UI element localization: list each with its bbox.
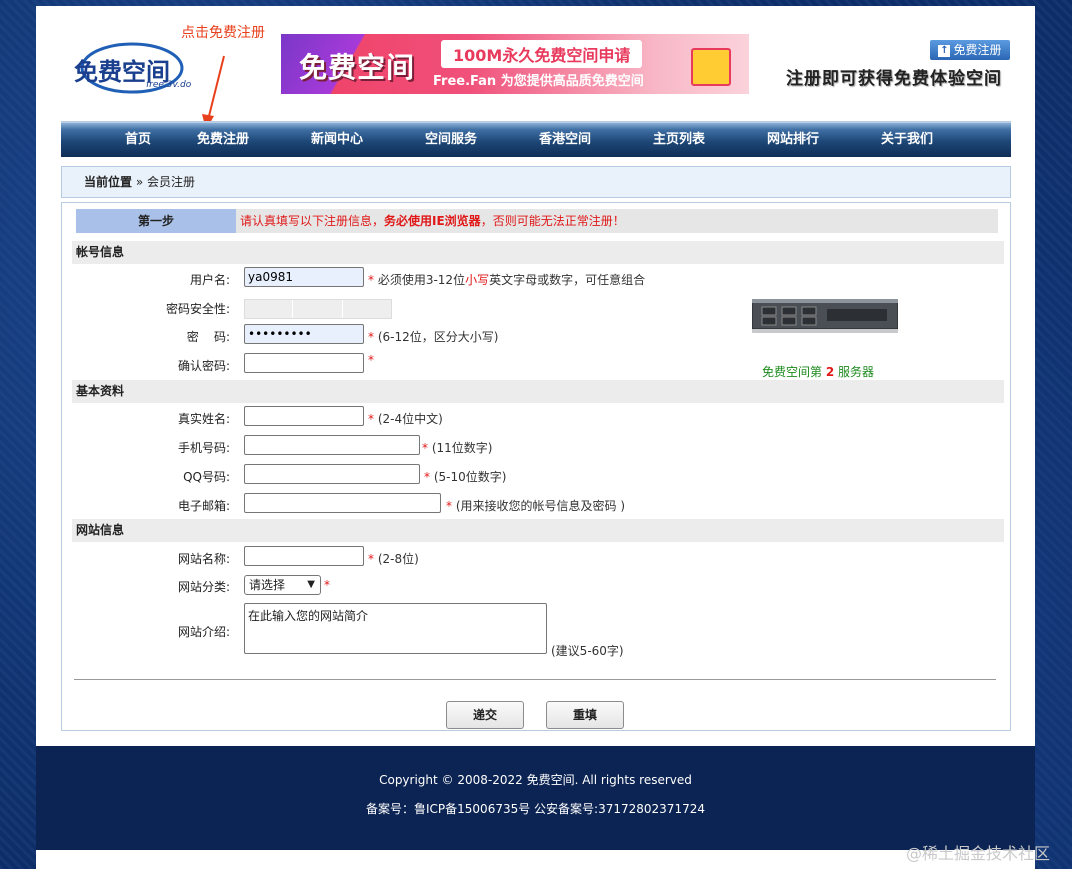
footer-icp: 备案号：鲁ICP备15006735号 公安备案号:37172802371724 <box>366 802 705 816</box>
password-input[interactable] <box>244 324 364 344</box>
banner-tag: 100M永久免费空间申请 <box>441 40 643 68</box>
confirm-password-input[interactable] <box>244 353 364 373</box>
nav-item-site-ranking[interactable]: 网站排行 <box>743 123 843 157</box>
site-logo[interactable]: 免费空间 free.3v.do <box>72 32 191 102</box>
password-strength-meter <box>244 299 392 319</box>
watermark: @稀土掘金技术社区 <box>906 844 1051 863</box>
email-label: 电子邮箱: <box>177 499 230 513</box>
site-category-select[interactable]: 请选择 ▼ <box>244 575 321 595</box>
banner-title: 免费空间 <box>299 51 416 84</box>
register-slogan: 注册即可获得免费体验空间 <box>786 69 1002 89</box>
nav-item-space-service[interactable]: 空间服务 <box>401 123 501 157</box>
confirm-password-label: 确认密码: <box>177 359 230 373</box>
username-input[interactable] <box>244 267 364 287</box>
site-name-input[interactable] <box>244 546 364 566</box>
username-note: * 必须使用3-12位小写英文字母或数字，可任意组合 <box>368 273 646 287</box>
nav-item-homepage-list[interactable]: 主页列表 <box>629 123 729 157</box>
section-site: 网站信息 <box>72 519 1004 542</box>
step-label: 第一步 <box>76 209 236 233</box>
realname-label: 真实姓名: <box>177 412 230 426</box>
server-image-icon <box>752 299 898 333</box>
page-container: 点击免费注册 免费空间 free.3v.do 免费空间 100M永久免费空间申请… <box>36 6 1035 746</box>
site-name-label: 网站名称: <box>177 552 230 566</box>
qq-label: QQ号码: <box>183 470 230 484</box>
arrow-up-icon: ↑ <box>938 44 951 57</box>
chevron-down-icon: ▼ <box>307 579 315 590</box>
site-intro-textarea[interactable]: 在此输入您的网站简介 <box>244 603 547 654</box>
password-label: 密 码: <box>186 330 230 344</box>
breadcrumb-label: 当前位置 <box>84 175 133 189</box>
form-divider <box>74 679 996 680</box>
site-name-note: * (2-8位) <box>368 552 419 566</box>
phone-note: * (11位数字) <box>422 441 493 455</box>
strength-segment-medium <box>293 300 343 318</box>
register-button-label: 免费注册 <box>953 43 1002 57</box>
nav-item-about[interactable]: 关于我们 <box>857 123 957 157</box>
site-intro-note: (建议5-60字) <box>551 644 624 658</box>
annotation-text: 点击免费注册 <box>181 25 265 41</box>
reset-button[interactable]: 重填 <box>546 701 624 729</box>
main-nav: 首页 免费注册 新闻中心 空间服务 香港空间 主页列表 网站排行 关于我们 <box>61 121 1011 157</box>
qq-note: * (5-10位数字) <box>424 470 507 484</box>
banner-subtitle: Free.Fan 为您提供高品质免费空间 <box>433 74 644 89</box>
realname-input[interactable] <box>244 406 364 426</box>
breadcrumb-current: 会员注册 <box>147 175 196 189</box>
email-input[interactable] <box>244 493 441 513</box>
step-warning: 请认真填写以下注册信息，务必使用IE浏览器，否则可能无法正常注册！ <box>240 214 625 228</box>
registration-form: 第一步 请认真填写以下注册信息，务必使用IE浏览器，否则可能无法正常注册！ 帐号… <box>61 202 1011 731</box>
server-caption: 免费空间第 2 服务器 <box>762 365 875 379</box>
site-intro-label: 网站介绍: <box>177 625 230 639</box>
promo-banner[interactable]: 免费空间 100M永久免费空间申请 Free.Fan 为您提供高品质免费空间 <box>281 34 749 94</box>
strength-segment-weak <box>245 300 293 318</box>
strength-segment-strong <box>343 300 391 318</box>
breadcrumb: 当前位置 » 会员注册 <box>61 166 1011 198</box>
realname-note: * (2-4位中文) <box>368 412 443 426</box>
footer: Copyright © 2008-2022 免费空间. All rights r… <box>36 746 1035 850</box>
section-account: 帐号信息 <box>72 241 1004 264</box>
site-category-required: * <box>324 578 330 592</box>
strength-label: 密码安全性: <box>165 302 230 316</box>
phone-input[interactable] <box>244 435 420 455</box>
step-row: 第一步 请认真填写以下注册信息，务必使用IE浏览器，否则可能无法正常注册！ <box>76 209 998 233</box>
confirm-password-required: * <box>368 353 374 367</box>
qq-input[interactable] <box>244 464 420 484</box>
phone-label: 手机号码: <box>177 441 230 455</box>
register-button[interactable]: ↑ 免费注册 <box>930 40 1010 60</box>
password-note: * (6-12位，区分大小写) <box>368 330 499 344</box>
nav-item-register[interactable]: 免费注册 <box>173 123 273 157</box>
section-basic: 基本资料 <box>72 380 1004 403</box>
username-label: 用户名: <box>189 273 230 287</box>
gift-icon <box>691 48 731 86</box>
nav-item-news[interactable]: 新闻中心 <box>287 123 387 157</box>
submit-button[interactable]: 递交 <box>446 701 524 729</box>
email-note: * (用来接收您的帐号信息及密码 ) <box>446 499 626 513</box>
bottom-strip <box>36 850 1035 869</box>
breadcrumb-separator: » <box>135 175 144 189</box>
nav-item-hk-space[interactable]: 香港空间 <box>515 123 615 157</box>
logo-domain: free.3v.do <box>146 80 192 90</box>
site-category-label: 网站分类: <box>177 580 230 594</box>
footer-copyright: Copyright © 2008-2022 免费空间. All rights r… <box>379 773 692 787</box>
